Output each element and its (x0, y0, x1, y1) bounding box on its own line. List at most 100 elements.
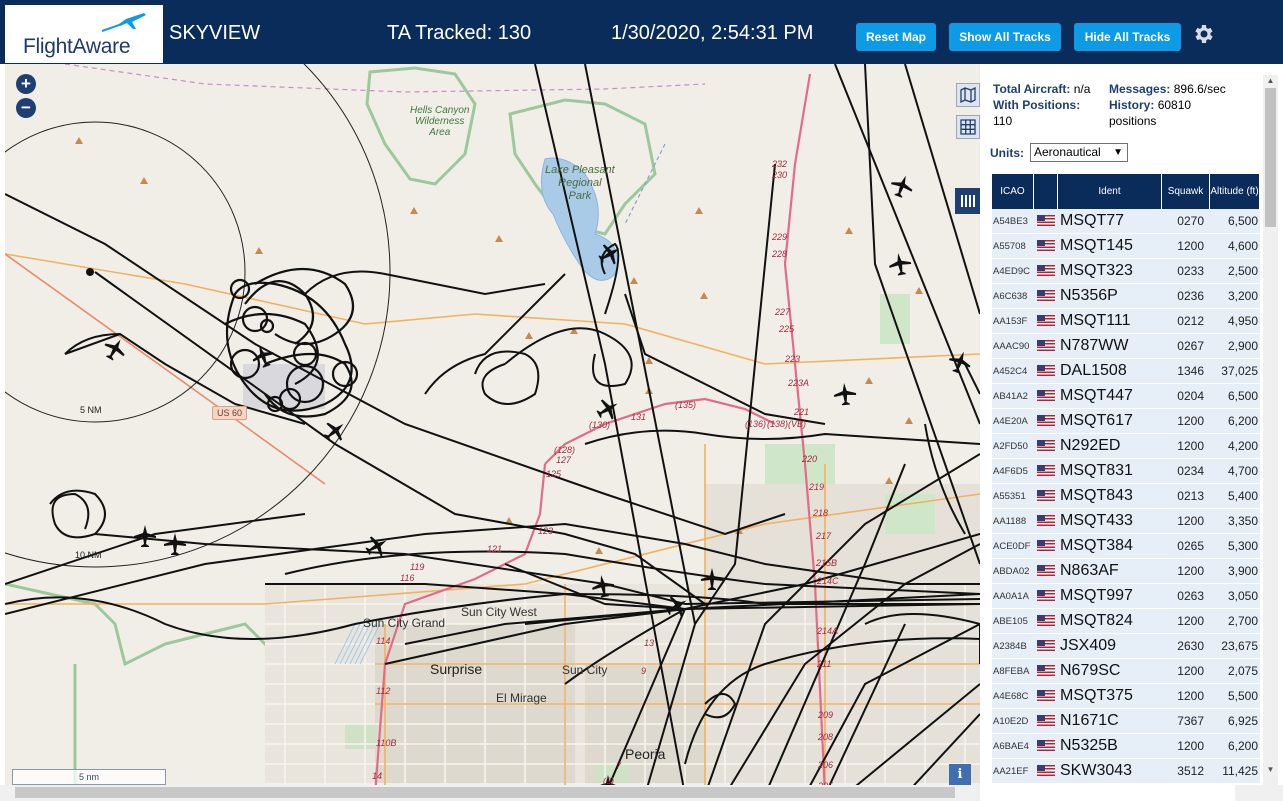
cell-icao: A55708 (992, 234, 1034, 259)
col-squawk[interactable]: Squawk (1162, 174, 1210, 209)
table-row[interactable]: A4E20A MSQT617 1200 6,200 (992, 409, 1260, 434)
us-flag-icon (1034, 359, 1058, 384)
cell-altitude: 2,500 (1210, 259, 1260, 284)
table-row[interactable]: ACE0DF MSQT384 0265 5,300 (992, 534, 1260, 559)
toggle-sidebar-button[interactable] (955, 188, 980, 214)
cell-ident: MSQT433 (1058, 509, 1162, 534)
cell-icao: A2FD50 (992, 434, 1034, 459)
label-el-mirage: El Mirage (496, 691, 547, 705)
map-layers-button[interactable] (956, 83, 980, 107)
cell-squawk: 0265 (1162, 534, 1210, 559)
cell-squawk: 1200 (1162, 409, 1210, 434)
units-label: Units: (990, 144, 1024, 162)
cell-squawk: 1200 (1162, 509, 1210, 534)
road-number: 125 (546, 469, 562, 479)
zoom-out-button[interactable]: − (16, 98, 36, 118)
scroll-down-arrow-icon[interactable]: ▼ (1263, 764, 1278, 776)
tracked-count: TA Tracked: 130 (387, 22, 532, 44)
cell-squawk: 1346 (1162, 359, 1210, 384)
table-row[interactable]: A2FD50 N292ED 1200 4,200 (992, 434, 1260, 459)
scroll-up-arrow-icon[interactable]: ▲ (1263, 75, 1278, 87)
stats-left: Total Aircraft: n/a With Positions: 110 (993, 81, 1105, 129)
cell-ident: N787WW (1058, 334, 1162, 359)
table-row[interactable]: AA1188 MSQT433 1200 3,350 (992, 509, 1260, 534)
road-number: 214A (817, 626, 839, 636)
table-row[interactable]: AB41A2 MSQT447 0204 6,500 (992, 384, 1260, 409)
cell-squawk: 1200 (1162, 609, 1210, 634)
cell-ident: N292ED (1058, 434, 1162, 459)
table-row[interactable]: A6C638 N5356P 0236 3,200 (992, 284, 1260, 309)
hide-all-tracks-button[interactable]: Hide All Tracks (1074, 23, 1181, 51)
cell-icao: A4E68C (992, 684, 1034, 709)
col-icao[interactable]: ICAO (992, 174, 1034, 209)
table-row[interactable]: AA0A1A MSQT997 0263 3,050 (992, 584, 1260, 609)
zoom-in-button[interactable]: + (16, 74, 36, 94)
road-number: 211 (817, 659, 832, 669)
cell-icao: A10E2D (992, 709, 1034, 734)
table-row[interactable]: A8FEBA N679SC 1200 2,075 (992, 659, 1260, 684)
table-row[interactable]: ABDA02 N863AF 1200 3,900 (992, 559, 1260, 584)
map-canvas[interactable]: Hells Canyon Wilderness Area Lake Pleasa… (5, 64, 980, 795)
road-number: 116 (400, 573, 415, 583)
table-row[interactable]: AA21EF SKW3043 3512 11,425 (992, 759, 1260, 784)
gear-icon[interactable] (1191, 22, 1215, 46)
cell-ident: MSQT831 (1058, 459, 1162, 484)
road-number: 112 (376, 686, 391, 696)
table-row[interactable]: AAAC90 N787WW 0267 2,900 (992, 334, 1260, 359)
grid-toggle-button[interactable] (956, 115, 980, 139)
table-row[interactable]: A54BE3 MSQT77 0270 6,500 (992, 209, 1260, 234)
table-row[interactable]: A55708 MSQT145 1200 4,600 (992, 234, 1260, 259)
info-button[interactable]: i (949, 764, 971, 786)
aircraft-table-wrapper[interactable]: ICAO Ident Squawk Altitude (ft) A54BE3 MS… (992, 174, 1260, 801)
table-row[interactable]: A4E68C MSQT375 1200 5,500 (992, 684, 1260, 709)
us-flag-icon (1034, 734, 1058, 759)
table-row[interactable]: A4F6D5 MSQT831 0234 4,700 (992, 459, 1260, 484)
cell-icao: A55351 (992, 484, 1034, 509)
us-flag-icon (1034, 684, 1058, 709)
cell-squawk: 1200 (1162, 734, 1210, 759)
col-altitude[interactable]: Altitude (ft) (1210, 174, 1260, 209)
with-positions-label: With Positions: (993, 98, 1081, 112)
table-row[interactable]: A6BAE4 N5325B 1200 6,200 (992, 734, 1260, 759)
units-select[interactable]: Aeronautical ▼ (1030, 143, 1128, 162)
col-ident[interactable]: Ident (1058, 174, 1162, 209)
horizontal-scrollbar-thumb[interactable] (15, 787, 955, 798)
label-hells-canyon: Hells Canyon Wilderness Area (410, 105, 470, 138)
cell-squawk: 1200 (1162, 659, 1210, 684)
us-flag-icon (1034, 534, 1058, 559)
cell-squawk: 1200 (1162, 434, 1210, 459)
table-row[interactable]: AA153F MSQT111 0212 4,950 (992, 309, 1260, 334)
road-number: 131 (631, 412, 647, 422)
table-row[interactable]: A55351 MSQT843 0213 5,400 (992, 484, 1260, 509)
table-row[interactable]: A452C4 DAL1508 1346 37,025 (992, 359, 1260, 384)
us-flag-icon (1034, 659, 1058, 684)
road-number: 14 (372, 771, 383, 781)
table-row[interactable]: A2384B JSX409 2630 23,675 (992, 634, 1260, 659)
cell-ident: N679SC (1058, 659, 1162, 684)
cell-ident: MSQT447 (1058, 384, 1162, 409)
show-all-tracks-button[interactable]: Show All Tracks (949, 23, 1061, 51)
table-row[interactable]: ABE105 MSQT824 1200 2,700 (992, 609, 1260, 634)
road-number: 208 (818, 732, 834, 742)
road-number: 230 (772, 170, 788, 180)
flightaware-logo[interactable]: FlightAware (5, 5, 163, 63)
road-number: 232 (772, 159, 788, 169)
cell-icao: A6BAE4 (992, 734, 1034, 759)
cell-squawk: 1200 (1162, 559, 1210, 584)
messages-value: 896.6/sec (1173, 82, 1226, 96)
table-row[interactable]: A4ED9C MSQT323 0233 2,500 (992, 259, 1260, 284)
grid-icon (960, 119, 976, 135)
cell-icao: A4ED9C (992, 259, 1034, 284)
scrollbar-thumb[interactable] (1265, 88, 1276, 227)
total-aircraft-value: n/a (1073, 82, 1091, 96)
col-flag[interactable] (1034, 174, 1058, 209)
cell-altitude: 3,050 (1210, 584, 1260, 609)
road-number: 13 (644, 638, 655, 648)
table-row[interactable]: A10E2D N1671C 7367 6,925 (992, 709, 1260, 734)
road-number: 223A (788, 378, 810, 388)
total-aircraft-label: Total Aircraft: (993, 82, 1071, 96)
cell-squawk: 0270 (1162, 209, 1210, 234)
cell-altitude: 23,675 (1210, 634, 1260, 659)
reset-map-button[interactable]: Reset Map (856, 23, 936, 51)
cell-ident: MSQT384 (1058, 534, 1162, 559)
